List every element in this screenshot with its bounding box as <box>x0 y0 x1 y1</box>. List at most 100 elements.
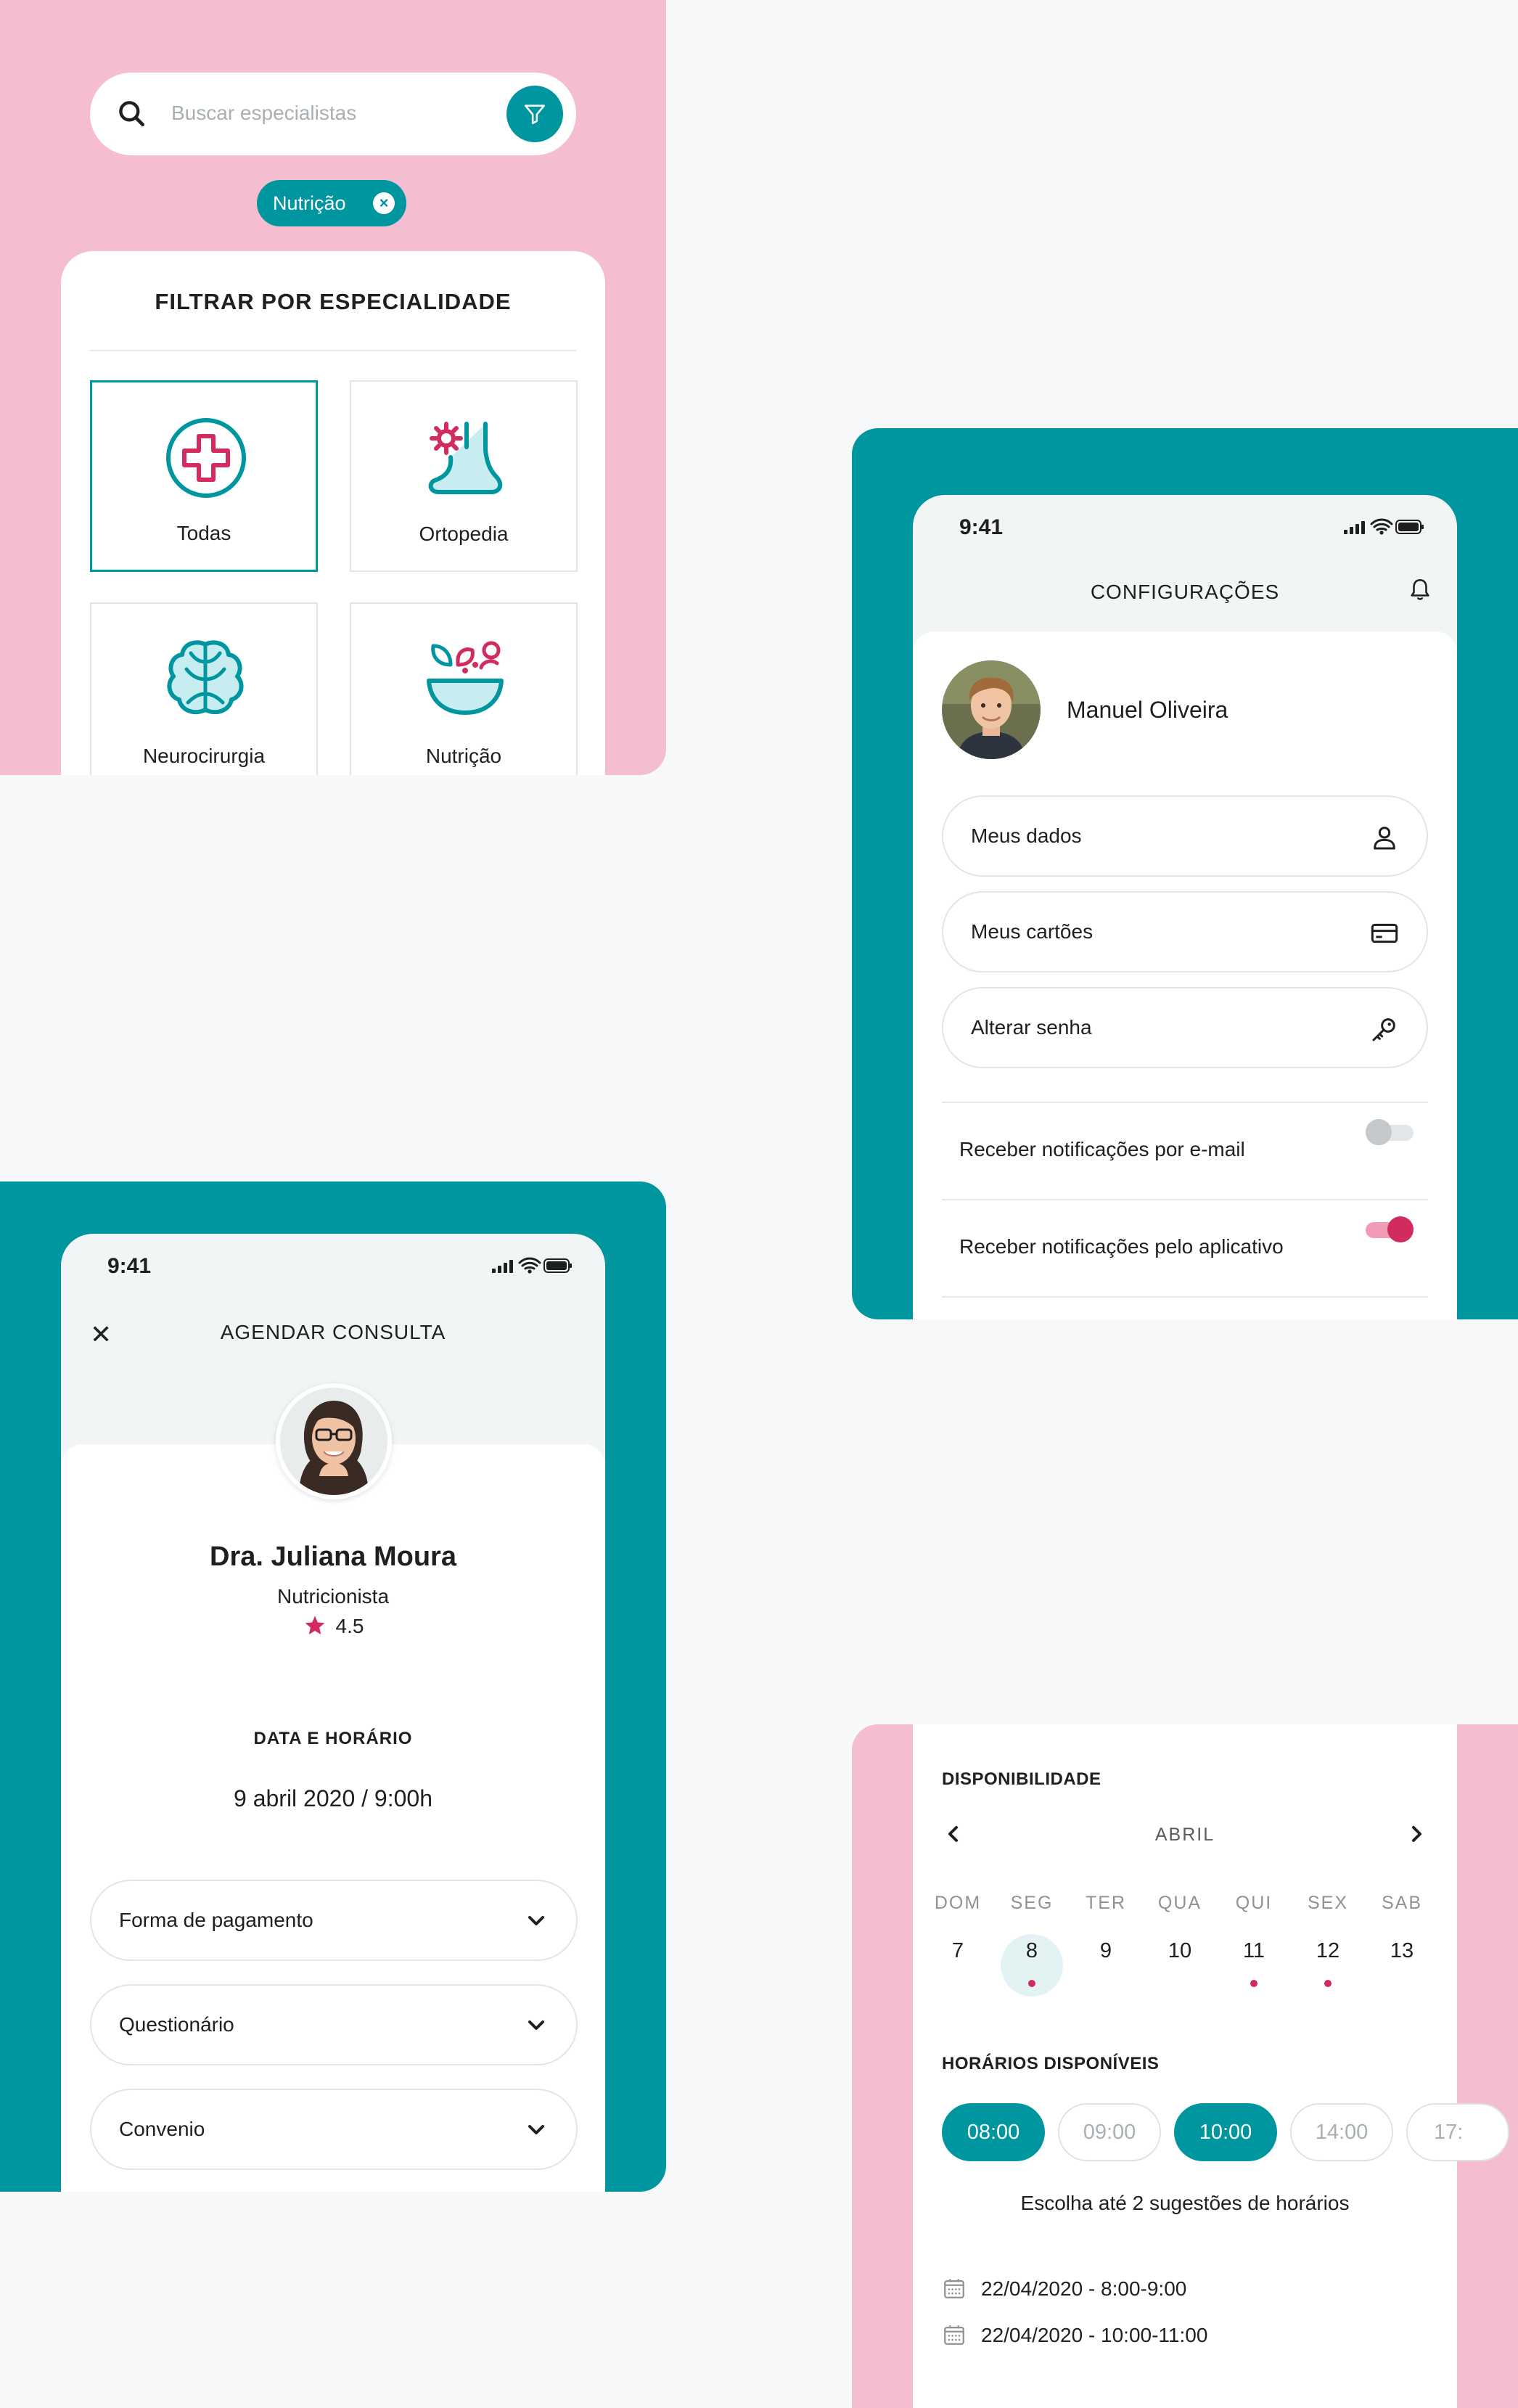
settings-sheet: Manuel Oliveira Meus dados Meus cartões … <box>913 631 1457 1319</box>
weekday-label: SAB <box>1381 1893 1423 1913</box>
suggestion-item: 22/04/2020 - 8:00-9:00 <box>942 2276 1186 2301</box>
weekday-label: QUA <box>1157 1893 1202 1913</box>
time-slot[interactable]: 10:00 <box>1174 2103 1277 2161</box>
calendar-day[interactable]: 8 <box>1003 1939 1061 1963</box>
search-input[interactable]: Buscar especialistas <box>171 102 356 125</box>
specialty-ortopedia[interactable]: Ortopedia <box>350 380 578 572</box>
user-icon <box>1374 827 1395 850</box>
chip-label: Nutrição <box>273 192 346 214</box>
specialty-nutricao[interactable]: Nutrição <box>350 602 578 775</box>
status-bar-icons <box>492 1257 572 1274</box>
availability-screen: DISPONIBILIDADE ABRIL DOM SEG TER QUA QU… <box>913 1724 1509 2408</box>
calendar-icon <box>944 2325 964 2345</box>
weekday-label: DOM <box>934 1893 982 1913</box>
payment-method-dropdown[interactable]: Forma de pagamento <box>90 1880 578 1961</box>
filter-card: FILTRAR POR ESPECIALIDADE Todas Ortopedi… <box>61 251 605 775</box>
calendar-day[interactable]: 9 <box>1077 1939 1135 1963</box>
chevron-down-icon <box>528 1916 544 1925</box>
calendar-day[interactable]: 7 <box>929 1939 987 1963</box>
calendar-icon <box>944 2279 964 2298</box>
weekday-label: SEX <box>1307 1893 1349 1913</box>
section-title: DISPONIBILIDADE <box>942 1769 1101 1789</box>
specialist-filter-panel: Buscar especialistas Nutrição × FILTRAR … <box>0 0 666 775</box>
credit-card-icon <box>1371 923 1398 943</box>
availability-panel: DISPONIBILIDADE ABRIL DOM SEG TER QUA QU… <box>852 1724 1518 2408</box>
weekday-label: SEG <box>1010 1893 1054 1913</box>
app-notifications-toggle[interactable] <box>1366 1216 1414 1242</box>
chip-remove-icon[interactable]: × <box>373 192 395 214</box>
screen-title: AGENDAR CONSULTA <box>220 1321 446 1343</box>
menu-alterar-senha[interactable]: Alterar senha <box>942 987 1428 1068</box>
questionnaire-dropdown[interactable]: Questionário <box>90 1984 578 2065</box>
specialty-label: Neurocirurgia <box>142 745 266 767</box>
status-bar-icons <box>1344 518 1424 535</box>
suggestion-text: 22/04/2020 - 8:00-9:00 <box>981 2277 1187 2300</box>
suggestion-item: 22/04/2020 - 10:00-11:00 <box>942 2322 1207 2347</box>
suggestion-text: 22/04/2020 - 10:00-11:00 <box>981 2324 1208 2346</box>
calendar-day[interactable]: 12 <box>1299 1939 1357 1963</box>
section-title: HORÁRIOS DISPONÍVEIS <box>942 2054 1160 2073</box>
star-icon <box>305 1615 324 1634</box>
filter-title: FILTRAR POR ESPECIALIDADE <box>155 289 512 314</box>
time-slot[interactable]: 08:00 <box>942 2103 1045 2161</box>
chevron-down-icon <box>528 2020 544 2030</box>
toggle-label: Receber notificações pelo aplicativo <box>959 1235 1284 1258</box>
rating-value: 4.5 <box>335 1615 364 1637</box>
user-name: Manuel Oliveira <box>1067 697 1228 723</box>
search-icon <box>119 101 145 127</box>
time-slot[interactable]: 17: <box>1406 2103 1509 2161</box>
active-filter-chip[interactable]: Nutrição × <box>257 180 406 226</box>
availability-dot <box>1324 1980 1332 1987</box>
calendar-day[interactable]: 10 <box>1151 1939 1209 1963</box>
settings-panel: 9:41 CONFIGURAÇÕES Manuel Oliveira Meus … <box>852 428 1518 1319</box>
specialty-label: Todas <box>176 522 231 544</box>
menu-label: Meus cartões <box>971 920 1094 943</box>
menu-meus-cartoes[interactable]: Meus cartões <box>942 891 1428 972</box>
toggle-label: Receber notificações por e-mail <box>959 1138 1245 1160</box>
time-slot-hint: Escolha até 2 sugestões de horários <box>1020 2192 1350 2214</box>
availability-dot <box>1028 1980 1035 1987</box>
weekday-label: QUI <box>1235 1893 1273 1913</box>
time-slot[interactable]: 09:00 <box>1058 2103 1161 2161</box>
specialty-neurocirurgia[interactable]: Neurocirurgia <box>90 602 318 775</box>
chevron-down-icon <box>528 2125 544 2134</box>
settings-screen: 9:41 CONFIGURAÇÕES Manuel Oliveira Meus … <box>913 495 1457 1319</box>
divider <box>942 1296 1428 1298</box>
calendar-day[interactable]: 11 <box>1225 1939 1283 1963</box>
status-time: 9:41 <box>959 515 1004 539</box>
brain-icon <box>167 640 244 715</box>
notification-bell-icon[interactable] <box>1408 576 1432 602</box>
weekday-label: TER <box>1086 1893 1126 1913</box>
calendar-month: ABRIL <box>1154 1825 1215 1845</box>
screen-title: CONFIGURAÇÕES <box>1090 581 1280 603</box>
salad-bowl-icon <box>427 641 504 715</box>
time-slot[interactable]: 14:00 <box>1290 2103 1393 2161</box>
foot-icon <box>428 422 503 494</box>
appointment-datetime: 9 abril 2020 / 9:00h <box>234 1785 432 1811</box>
calendar-day[interactable]: 13 <box>1373 1939 1431 1963</box>
menu-label: Meus dados <box>971 824 1082 847</box>
dropdown-label: Forma de pagamento <box>119 1909 313 1931</box>
filter-button[interactable] <box>506 86 563 142</box>
availability-dot <box>1250 1980 1258 1987</box>
divider <box>942 1102 1428 1103</box>
specialty-todas[interactable]: Todas <box>90 380 318 572</box>
section-label: DATA E HORÁRIO <box>253 1729 413 1748</box>
specialty-label: Nutrição <box>425 745 502 767</box>
dropdown-label: Convenio <box>119 2118 205 2140</box>
doctor-rating: 4.5 <box>61 1614 605 1638</box>
insurance-dropdown[interactable]: Convenio <box>90 2089 578 2170</box>
search-bar[interactable]: Buscar especialistas <box>90 73 576 155</box>
filter-icon <box>524 105 546 125</box>
dropdown-label: Questionário <box>119 2013 234 2036</box>
avatar[interactable] <box>942 660 1041 759</box>
doctor-avatar <box>276 1383 392 1499</box>
email-notifications-toggle[interactable] <box>1366 1119 1414 1145</box>
status-time: 9:41 <box>107 1254 152 1278</box>
medical-cross-icon <box>166 418 246 498</box>
specialty-label: Ortopedia <box>419 523 509 545</box>
chevron-right-icon[interactable] <box>1408 1823 1425 1845</box>
doctor-specialty: Nutricionista <box>276 1585 390 1608</box>
divider <box>90 350 576 351</box>
menu-meus-dados[interactable]: Meus dados <box>942 795 1428 877</box>
